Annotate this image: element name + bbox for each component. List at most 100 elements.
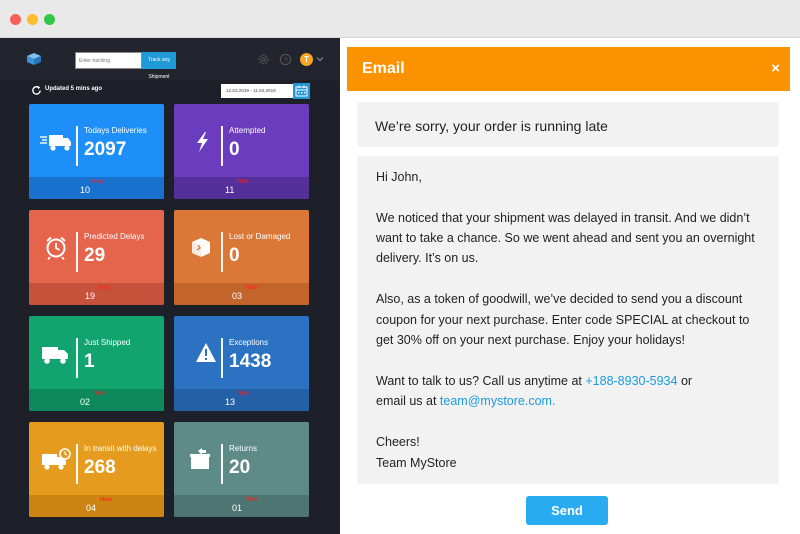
alarm-clock-icon [46,236,66,261]
email-modal: Email × We’re sorry, your order is runni… [347,47,790,534]
email-body-line: email us at team@mystore.com. [376,391,555,412]
tile-footer: 13 New [174,389,309,411]
calendar-icon[interactable] [293,83,310,99]
minimize-window-button[interactable] [27,14,38,25]
new-badge: New [245,285,258,291]
tile-label: Todays Deliveries [84,126,147,135]
date-range-field[interactable]: 12.03.2019 - 11.04.2019 [221,84,293,98]
tile-footer: 01 New [174,495,309,517]
email-body-line: want to take a chance. So we went ahead … [376,231,755,245]
email-body-line: We noticed that your shipment was delaye… [376,211,750,225]
tile-todays-deliveries[interactable]: Todays Deliveries 2097 10 New [29,104,164,199]
email-subject: We’re sorry, your order is running late [375,118,608,134]
new-count: 04 [86,503,97,513]
tile-footer: 02 New [29,389,164,411]
email-modal-title: Email [362,60,405,77]
new-badge: New [245,497,258,503]
email-body-line: Want to talk to us? Call us anytime at +… [376,371,692,392]
email-closing: Cheers! [376,435,420,449]
tile-label: Exceptions [229,338,269,347]
gear-icon[interactable] [257,53,270,66]
tile-footer: 11 New [174,177,309,199]
tile-exceptions[interactable]: Exceptions 1438 13 New [174,316,309,411]
new-badge: New [237,179,250,185]
track-shipment-button[interactable]: Track any Shipment [142,52,176,80]
new-badge: New [237,391,250,397]
refresh-icon[interactable] [31,85,42,96]
damaged-box-icon [192,238,210,257]
tile-divider [76,232,78,272]
email-signature: Team MyStore [376,456,457,470]
dashboard-panel: Track any Shipment ? T Updated 5 mins ag… [0,38,340,534]
new-count: 13 [225,397,236,407]
phone-link[interactable]: +188-8930-5934 [585,374,677,388]
tile-value: 268 [84,457,116,478]
tile-just-shipped[interactable]: Just Shipped 1 02 New [29,316,164,411]
new-count: 11 [225,185,235,195]
tile-predicted-delays[interactable]: Predicted Delays 29 19 New [29,210,164,305]
tile-divider [76,444,78,484]
tile-label: Predicted Delays [84,232,145,241]
tile-divider [76,338,78,378]
tile-footer: 19 New [29,283,164,305]
close-icon[interactable]: × [771,60,780,77]
maximize-window-button[interactable] [44,14,55,25]
logo-box-icon [27,53,41,65]
new-badge: New [92,179,105,185]
tile-value: 29 [84,245,106,266]
tile-returns[interactable]: Returns 20 01 New [174,422,309,517]
new-badge: New [100,497,113,503]
tile-label: Lost or Damaged [229,232,291,241]
tracking-search-input[interactable] [75,52,142,69]
window-titlebar [0,0,800,38]
tile-value: 0 [229,245,240,266]
email-subject-box[interactable]: We’re sorry, your order is running late [357,102,779,147]
new-count: 10 [80,185,91,195]
email-body-line: Also, as a token of goodwill, we’ve deci… [376,292,743,306]
lightning-icon [197,132,208,152]
help-icon[interactable]: ? [279,53,292,66]
warning-icon [196,343,216,362]
truck-icon [42,347,68,364]
contact-text: email us at [376,394,440,408]
new-count: 03 [232,291,243,301]
new-count: 01 [232,503,243,513]
return-box-icon [190,448,210,469]
tile-footer: 04 New [29,495,164,517]
avatar[interactable]: T [300,53,313,66]
tile-footer: 03 New [174,283,309,305]
tile-attempted[interactable]: Attempted 0 11 New [174,104,309,199]
tile-label: Just Shipped [84,338,131,347]
delivery-truck-icon [40,135,71,151]
svg-text:?: ? [283,55,287,64]
tile-divider [221,232,223,272]
tile-lost-or-damaged[interactable]: Lost or Damaged 0 03 New [174,210,309,305]
tile-divider [221,338,223,378]
tile-divider [221,126,223,166]
email-link[interactable]: team@mystore.com. [440,394,556,408]
email-greeting: Hi John, [376,170,422,184]
tile-footer: 10 New [29,177,164,199]
tile-value: 2097 [84,139,127,160]
tile-label: Attempted [229,126,266,135]
contact-text: or [677,374,693,388]
tile-value: 20 [229,457,251,478]
contact-text: Want to talk to us? Call us anytime at [376,374,586,388]
email-body-box[interactable]: Hi John, We noticed that your shipment w… [357,156,779,484]
tile-value: 0 [229,139,240,160]
tile-value: 1 [84,351,95,372]
send-button[interactable]: Send [526,496,608,525]
email-body-line: get 30% off on your next purchase. Enjoy… [376,333,685,347]
email-body-line: coupon for your next purchase. Enter cod… [376,313,750,327]
email-modal-header: Email × [347,47,790,91]
tile-in-transit-with-delays[interactable]: In transit with delays 268 04 New [29,422,164,517]
tile-label: Returns [229,444,258,453]
email-body-line: delivery. It’s on us. [376,251,479,265]
tile-value: 1438 [229,351,272,372]
chevron-down-icon[interactable] [316,55,324,63]
tile-divider [76,126,78,166]
new-badge: New [93,391,106,397]
delayed-truck-icon [42,448,71,470]
close-window-button[interactable] [10,14,21,25]
tile-label: In transit with delays [84,444,157,453]
